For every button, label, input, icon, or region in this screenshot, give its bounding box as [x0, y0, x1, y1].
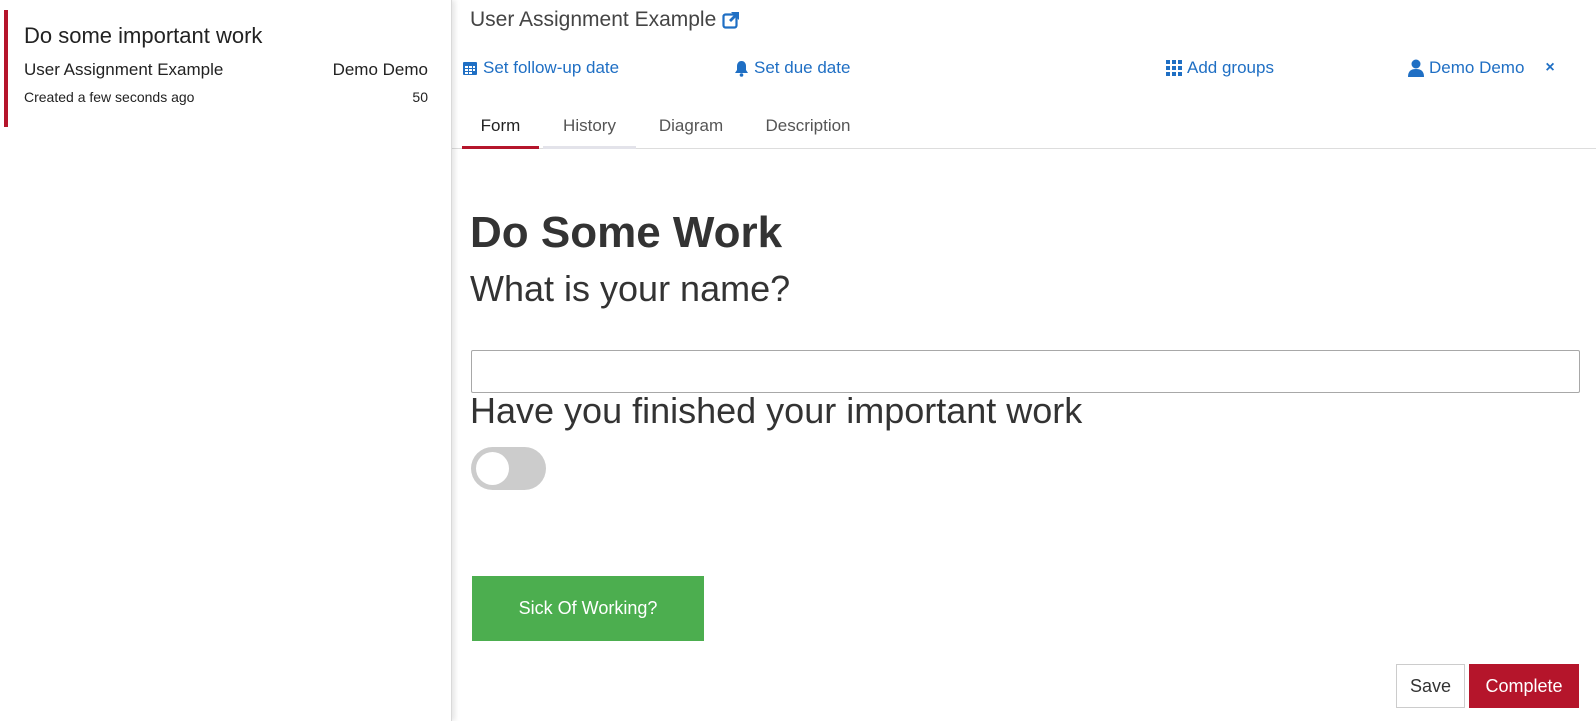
form-title: Do Some Work: [470, 208, 783, 257]
bell-icon: [735, 60, 748, 77]
process-title: User Assignment Example: [470, 8, 740, 32]
task-detail-panel: User Assignment Example Set follow-up da…: [452, 0, 1596, 721]
tab-form[interactable]: Form: [462, 112, 539, 149]
task-meta-row: User Assignment Example Demo Demo: [24, 59, 428, 81]
process-name: User Assignment Example: [470, 8, 717, 31]
toggle-knob: [476, 452, 509, 485]
task-card[interactable]: Do some important work User Assignment E…: [4, 10, 444, 127]
assignee-button[interactable]: Demo Demo ×: [1408, 58, 1555, 78]
tab-history[interactable]: History: [543, 112, 636, 149]
follow-up-label: Set follow-up date: [483, 58, 620, 77]
due-date-label: Set due date: [754, 58, 851, 77]
user-icon: [1408, 59, 1424, 77]
finished-question-label: Have you finished your important work: [470, 390, 1083, 431]
external-link-icon[interactable]: [722, 11, 740, 29]
tasklist-app: Do some important work User Assignment E…: [0, 0, 1596, 721]
set-follow-up-date-button[interactable]: Set follow-up date: [462, 58, 619, 78]
task-list-panel: Do some important work User Assignment E…: [0, 0, 452, 721]
grid-icon: [1166, 60, 1182, 76]
tab-diagram[interactable]: Diagram: [648, 112, 734, 149]
tab-description[interactable]: Description: [748, 112, 868, 149]
task-tabs: Form History Diagram Description: [452, 112, 1596, 149]
name-question-label: What is your name?: [470, 268, 791, 309]
task-name: Do some important work: [24, 23, 263, 48]
assignee-label: Demo Demo: [1429, 58, 1525, 77]
name-input[interactable]: [471, 350, 1580, 393]
calendar-icon: [463, 62, 477, 75]
task-info-row: Created a few seconds ago 50: [24, 87, 428, 107]
task-priority: 50: [412, 89, 428, 105]
add-groups-label: Add groups: [1187, 58, 1274, 77]
add-groups-button[interactable]: Add groups: [1166, 58, 1274, 78]
save-button[interactable]: Save: [1396, 664, 1465, 708]
task-assignee: Demo Demo: [332, 60, 428, 79]
sick-of-working-button[interactable]: Sick Of Working?: [472, 576, 704, 641]
task-created: Created a few seconds ago: [24, 89, 195, 105]
close-icon[interactable]: ×: [1545, 59, 1554, 77]
set-due-date-button[interactable]: Set due date: [734, 58, 850, 78]
task-process-name: User Assignment Example: [24, 60, 224, 79]
finished-toggle[interactable]: [471, 447, 546, 490]
complete-button[interactable]: Complete: [1469, 664, 1579, 708]
